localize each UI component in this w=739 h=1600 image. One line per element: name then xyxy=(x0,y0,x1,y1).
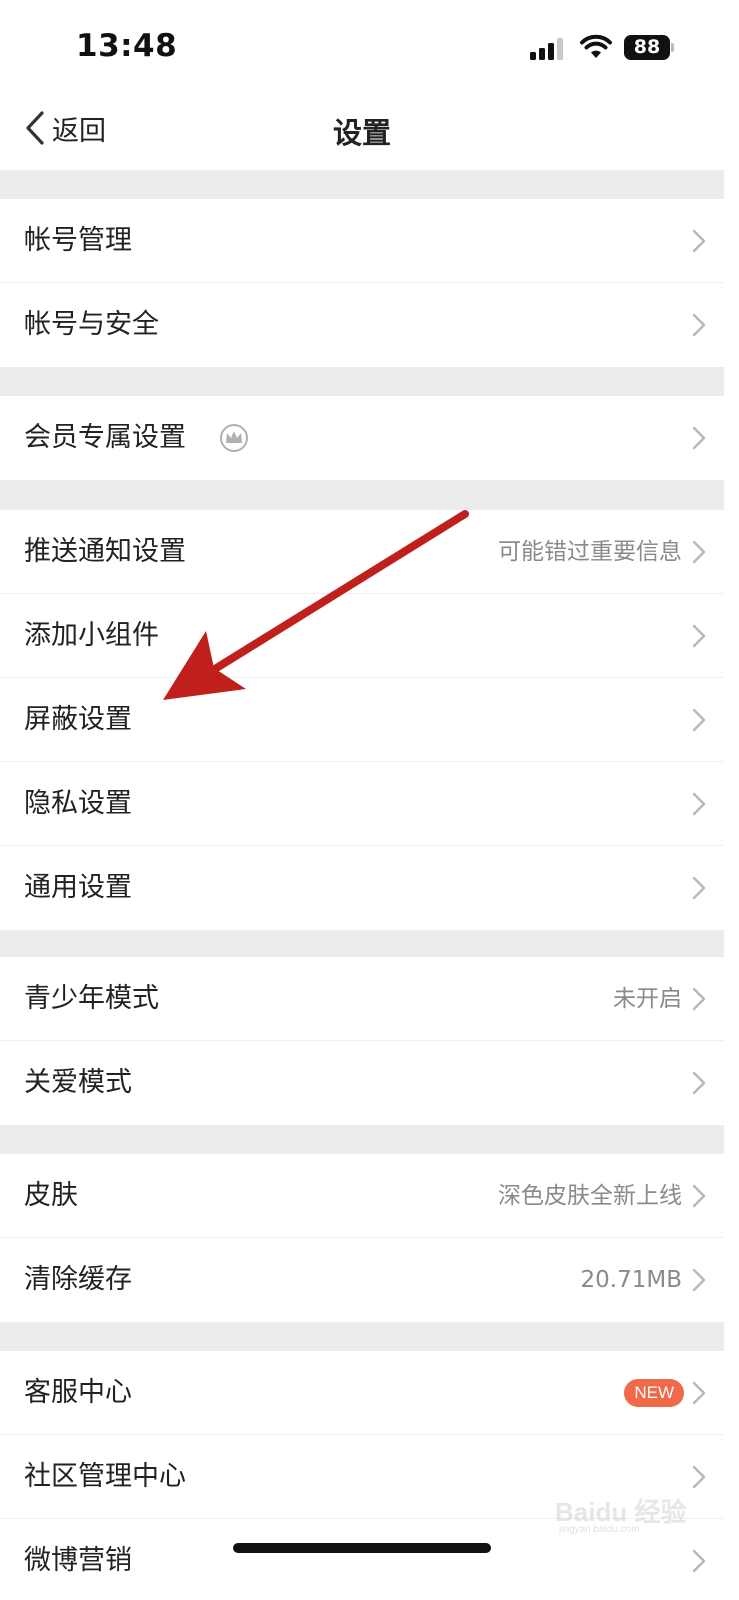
row-value: 可能错过重要信息 xyxy=(498,539,682,565)
chevron-right-icon xyxy=(692,987,706,1011)
row-label: 隐私设置 xyxy=(24,788,132,819)
row-label: 关爱模式 xyxy=(24,1067,132,1098)
chevron-right-icon xyxy=(692,1465,706,1489)
chevron-right-icon xyxy=(692,1184,706,1208)
battery-icon: 88 xyxy=(624,35,674,60)
row-vip-settings[interactable]: 会员专属设置 xyxy=(0,396,724,480)
chevron-right-icon xyxy=(692,313,706,337)
new-badge: NEW xyxy=(624,1379,684,1407)
watermark: Baidu 经验 jingyan.baidu.com xyxy=(555,1492,715,1535)
chevron-right-icon xyxy=(692,1381,706,1405)
row-value: 未开启 xyxy=(613,986,682,1012)
settings-group-appearance: 皮肤 深色皮肤全新上线 清除缓存 20.71MB xyxy=(0,1154,724,1322)
row-teen-mode[interactable]: 青少年模式 未开启 xyxy=(0,957,724,1041)
chevron-right-icon xyxy=(692,1071,706,1095)
row-push-notifications[interactable]: 推送通知设置 可能错过重要信息 xyxy=(0,510,724,594)
row-label: 帐号与安全 xyxy=(24,309,159,340)
settings-group-support: 客服中心 NEW 社区管理中心 微博营销 xyxy=(0,1351,724,1600)
row-clear-cache[interactable]: 清除缓存 20.71MB xyxy=(0,1238,724,1322)
row-privacy-settings[interactable]: 隐私设置 xyxy=(0,762,724,846)
row-label: 会员专属设置 xyxy=(24,422,186,453)
row-customer-service[interactable]: 客服中心 NEW xyxy=(0,1351,724,1435)
row-account-management[interactable]: 帐号管理 xyxy=(0,199,724,283)
nav-bar: 返回 设置 xyxy=(0,90,724,170)
row-label: 社区管理中心 xyxy=(24,1461,186,1492)
right-margin xyxy=(724,0,739,1600)
status-time: 13:48 xyxy=(76,28,178,64)
chevron-right-icon xyxy=(692,708,706,732)
cellular-signal-icon xyxy=(530,36,566,60)
row-account-security[interactable]: 帐号与安全 xyxy=(0,283,724,367)
row-skin[interactable]: 皮肤 深色皮肤全新上线 xyxy=(0,1154,724,1238)
row-block-settings[interactable]: 屏蔽设置 xyxy=(0,678,724,762)
page-title: 设置 xyxy=(332,116,391,150)
battery-level: 88 xyxy=(624,35,670,60)
status-bar: 13:48 88 xyxy=(0,0,724,90)
settings-group-account: 帐号管理 帐号与安全 xyxy=(0,199,724,367)
chevron-right-icon xyxy=(692,1549,706,1573)
row-label: 帐号管理 xyxy=(24,225,132,256)
row-label: 皮肤 xyxy=(24,1180,78,1211)
chevron-right-icon xyxy=(692,426,706,450)
chevron-right-icon xyxy=(692,229,706,253)
row-label: 客服中心 xyxy=(24,1377,132,1408)
settings-screen: 13:48 88 返回 设置 帐号管理 帐号与安全 会员专属设置 推送通知设置 … xyxy=(0,0,724,1600)
settings-group-modes: 青少年模式 未开启 关爱模式 xyxy=(0,957,724,1125)
row-label: 添加小组件 xyxy=(24,620,159,651)
row-label: 清除缓存 xyxy=(24,1264,132,1295)
chevron-right-icon xyxy=(692,624,706,648)
crown-icon xyxy=(220,424,248,452)
chevron-right-icon xyxy=(692,876,706,900)
row-label: 通用设置 xyxy=(24,872,132,903)
row-label: 微博营销 xyxy=(24,1545,132,1576)
row-general-settings[interactable]: 通用设置 xyxy=(0,846,724,930)
home-indicator[interactable] xyxy=(233,1543,491,1553)
settings-group-general: 推送通知设置 可能错过重要信息 添加小组件 屏蔽设置 隐私设置 通用设置 xyxy=(0,510,724,930)
row-label: 屏蔽设置 xyxy=(24,704,132,735)
row-label: 青少年模式 xyxy=(24,983,159,1014)
settings-group-vip: 会员专属设置 xyxy=(0,396,724,480)
row-label: 推送通知设置 xyxy=(24,536,186,567)
chevron-right-icon xyxy=(692,540,706,564)
row-care-mode[interactable]: 关爱模式 xyxy=(0,1041,724,1125)
row-value: 20.71MB xyxy=(580,1267,682,1293)
wifi-icon xyxy=(580,34,612,58)
watermark-url: jingyan.baidu.com xyxy=(559,1524,640,1535)
row-add-widget[interactable]: 添加小组件 xyxy=(0,594,724,678)
chevron-right-icon xyxy=(692,792,706,816)
row-value: 深色皮肤全新上线 xyxy=(498,1183,682,1209)
chevron-right-icon xyxy=(692,1268,706,1292)
